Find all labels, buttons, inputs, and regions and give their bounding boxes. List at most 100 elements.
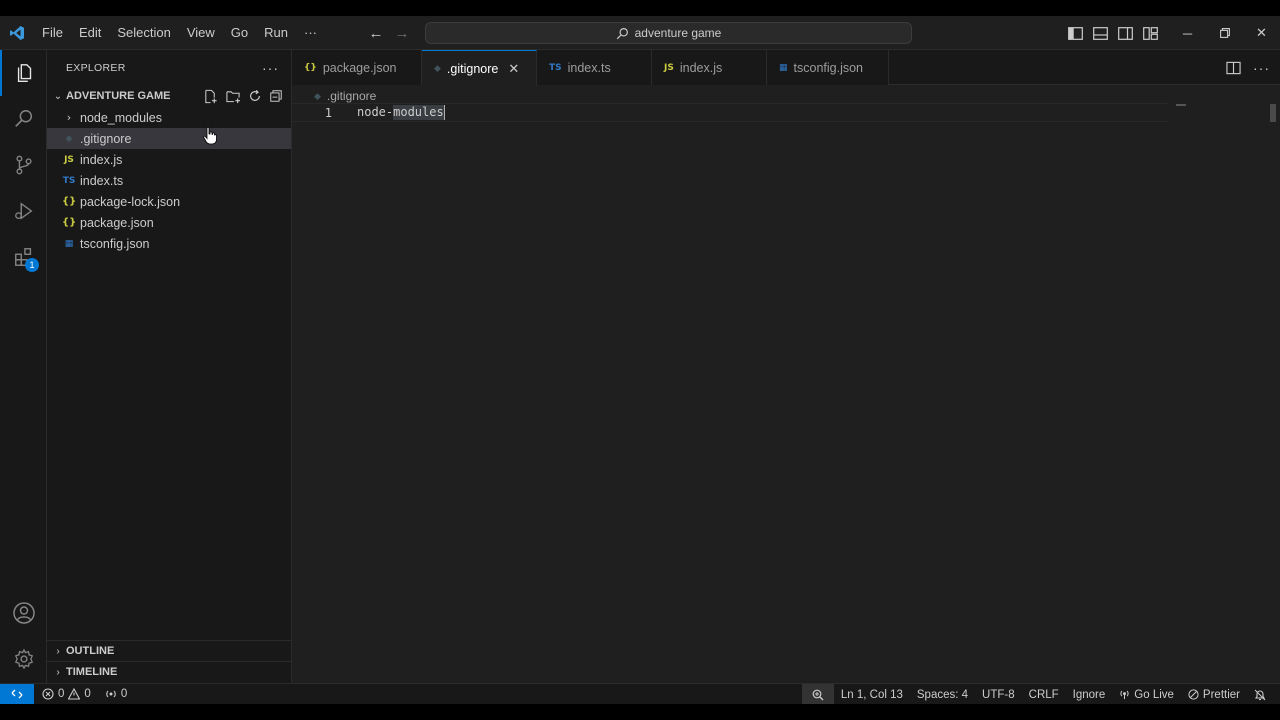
tree-item-label: node_modules [80,110,163,125]
scrollbar-thumb[interactable] [1270,104,1276,122]
tab-index-js[interactable]: JS index.js [652,50,767,85]
json-file-icon: {} [62,217,77,228]
extensions-icon[interactable]: 1 [0,234,47,280]
toggle-primary-sidebar-icon[interactable] [1063,16,1088,50]
js-file-icon: JS [64,154,74,165]
tab-file-icon: ◆ [434,63,441,74]
minimize-icon[interactable]: ─ [1169,16,1206,50]
editor-more-icon[interactable]: ··· [1253,60,1270,76]
text-cursor [443,105,445,120]
chevron-down-icon: ⌄ [53,90,63,102]
settings-gear-icon[interactable] [0,636,47,682]
new-file-icon[interactable] [203,89,218,104]
encoding[interactable]: UTF-8 [975,684,1022,705]
folder-name: ADVENTURE GAME [66,90,171,102]
collapse-all-icon[interactable] [269,89,283,103]
tab-gitignore[interactable]: ◆ .gitignore ✕ [422,50,537,86]
ports-indicator[interactable]: 0 [99,684,127,705]
ports-count: 0 [120,688,128,700]
tree-item-label: tsconfig.json [80,236,150,251]
refresh-icon[interactable] [248,89,262,103]
warning-icon [68,688,81,700]
tab-index-ts[interactable]: TS index.ts [537,50,652,85]
folder-actions [203,85,283,107]
menu-file[interactable]: File [34,16,71,49]
go-live-label: Go Live [1134,688,1174,701]
end-of-line[interactable]: CRLF [1022,684,1066,705]
json-file-icon: {} [62,196,77,207]
customize-layout-icon[interactable] [1138,16,1163,50]
prohibited-icon [1188,689,1199,700]
problems-indicator[interactable]: 0 0 [42,684,91,705]
language-mode[interactable]: Ignore [1066,684,1113,705]
back-arrow-icon[interactable]: ← [368,25,384,42]
tab-file-icon: {} [304,62,317,73]
sidebar-more-button[interactable]: ··· [262,60,279,76]
tree-item-index-js[interactable]: JS index.js [47,149,291,170]
code-selection: modules [393,105,444,120]
restore-icon[interactable] [1206,16,1243,50]
remote-indicator-icon[interactable] [0,683,34,705]
cfg-file-icon: ▦ [64,238,74,249]
tree-item-tsconfig-json[interactable]: ▦ tsconfig.json [47,233,291,254]
tab-label: .gitignore [446,61,499,76]
go-live-button[interactable]: Go Live [1112,684,1181,705]
tree-item-label: package-lock.json [80,194,181,209]
minimap[interactable] [1176,104,1186,106]
close-window-icon[interactable]: ✕ [1243,16,1280,50]
tree-item-gitignore[interactable]: ◆ .gitignore [47,128,291,149]
zoom-indicator[interactable] [801,684,834,705]
tree-item-package-lock-json[interactable]: {} package-lock.json [47,191,291,212]
forward-arrow-icon[interactable]: → [394,25,410,42]
source-control-icon[interactable] [0,142,47,188]
extensions-badge: 1 [25,258,39,272]
run-debug-icon[interactable] [0,188,47,234]
notifications-bell-icon[interactable] [1247,684,1280,705]
search-sidebar-icon[interactable] [0,96,47,142]
prettier-button[interactable]: Prettier [1181,684,1247,705]
status-bar: 0 0 0 Ln 1, Col 13 Spaces: 4 UTF-8 CRLF … [0,683,1280,705]
tree-item-label: .gitignore [80,131,132,146]
tab-label: index.js [679,60,723,75]
menu-selection[interactable]: Selection [109,16,178,49]
menu-edit[interactable]: Edit [71,16,109,49]
menu-go[interactable]: Go [223,16,256,49]
command-center-search[interactable]: adventure game [425,22,912,44]
letterbox-bottom [0,704,1280,720]
tab-tsconfig-json[interactable]: ▦ tsconfig.json [767,50,889,85]
toggle-panel-icon[interactable] [1088,16,1113,50]
cursor-position[interactable]: Ln 1, Col 13 [834,684,910,705]
tree-item-package-json[interactable]: {} package.json [47,212,291,233]
menu-run[interactable]: Run [256,16,296,49]
new-folder-icon[interactable] [225,89,241,104]
timeline-section[interactable]: › TIMELINE [47,661,292,682]
split-editor-icon[interactable] [1226,61,1241,75]
tab-label: tsconfig.json [793,60,863,75]
breadcrumb-file[interactable]: .gitignore [327,89,376,103]
command-center-text: adventure game [634,26,722,40]
tree-item-label: index.ts [80,173,124,188]
close-tab-icon[interactable]: ✕ [508,61,519,77]
code-text[interactable]: node-modules [357,105,445,120]
chevron-right-icon: › [56,645,60,657]
tab-package-json[interactable]: {} package.json [292,50,422,85]
explorer-icon[interactable] [0,50,47,96]
folder-header[interactable]: ⌄ ADVENTURE GAME [47,85,291,107]
title-bar: File Edit Selection View Go Run ··· ← → … [0,16,1280,50]
tab-file-icon: TS [549,62,562,73]
tree-item-node-modules[interactable]: › node_modules [47,107,291,128]
chevron-right-icon: › [66,111,72,124]
accounts-icon[interactable] [0,590,47,636]
tree-item-index-ts[interactable]: TS index.ts [47,170,291,191]
editor-area: {} package.json ◆ .gitignore ✕ TS index.ts JS in… [292,50,1280,683]
warning-count: 0 [84,688,91,700]
menu-bar: File Edit Selection View Go Run ··· [34,16,325,49]
outline-section[interactable]: › OUTLINE [47,640,292,661]
menu-view[interactable]: View [179,16,223,49]
toggle-secondary-sidebar-icon[interactable] [1113,16,1138,50]
menu-more[interactable]: ··· [296,16,325,49]
code-line[interactable]: 1 node-modules [292,103,1168,122]
indentation[interactable]: Spaces: 4 [910,684,975,705]
tree-item-label: package.json [80,215,154,230]
letterbox-top [0,0,1280,16]
